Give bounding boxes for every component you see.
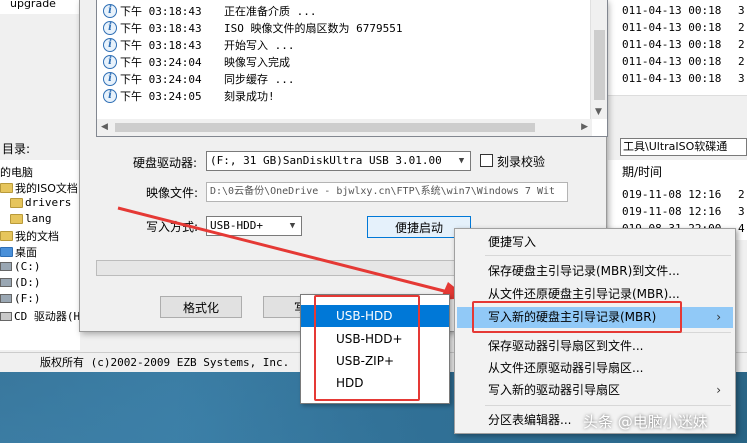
submenu-arrow-icon: › bbox=[716, 310, 721, 324]
menu-item-restore-boot-sector[interactable]: 从文件还原驱动器引导扇区... bbox=[457, 358, 733, 379]
watermark-text: 头条 @电脑小迷妹 bbox=[583, 413, 708, 431]
menu-item-save-boot-sector[interactable]: 保存驱动器引导扇区到文件... bbox=[457, 336, 733, 357]
menu-item-write-new-boot-sector[interactable]: 写入新的驱动器引导扇区 › bbox=[457, 380, 733, 401]
menu-item-save-mbr[interactable]: 保存硬盘主引导记录(MBR)到文件... bbox=[457, 261, 733, 282]
menu-item-quick-write[interactable]: 便捷写入 bbox=[457, 232, 733, 253]
submenu-arrow-icon: › bbox=[716, 383, 721, 397]
arrow-shaft bbox=[117, 206, 449, 294]
menu-separator bbox=[485, 255, 731, 256]
annotation-box-write-mbr bbox=[472, 301, 682, 333]
annotation-box-write-modes bbox=[314, 295, 420, 401]
menu-separator bbox=[485, 405, 731, 406]
